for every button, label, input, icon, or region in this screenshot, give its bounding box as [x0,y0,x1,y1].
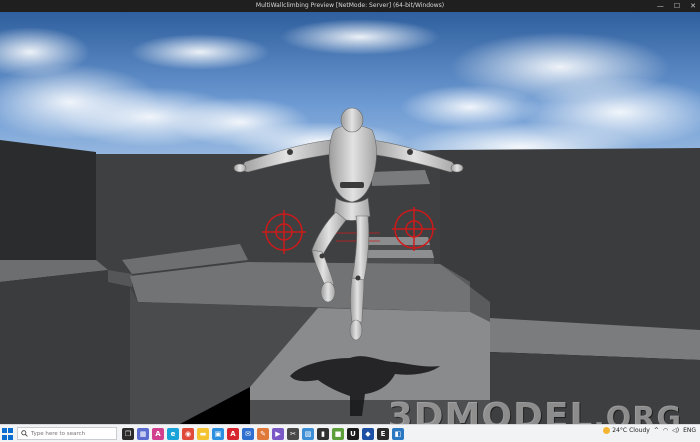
start-button[interactable] [2,428,14,440]
task-view-icon[interactable]: ❐ [122,428,134,440]
calendar-app-icon[interactable]: ▦ [137,428,149,440]
store-app-icon[interactable]: ▣ [212,428,224,440]
game-scene [0,12,700,424]
window-title: MultiWallclimbing Preview [NetMode: Serv… [255,2,445,9]
paint-app-icon[interactable]: ✎ [257,428,269,440]
terminal-app-icon[interactable]: ▮ [317,428,329,440]
network-icon[interactable]: ◠ [663,427,668,434]
windows-logo-pane [2,434,7,440]
watermark-text: 3DMODEL [387,396,594,424]
tools-app-icon[interactable]: ✂ [287,428,299,440]
window-title-bar[interactable]: MultiWallclimbing Preview [NetMode: Serv… [0,0,700,12]
edge-browser-icon[interactable]: e [167,428,179,440]
weather-condition: Cloudy [629,427,650,434]
taskbar-app-icons: ❐ ▦ Ae ◉ ▬ ▣ A ✉ ✎ ▶ ✂ ▧ ▮ ■ U ◆ E ◧ [122,428,404,440]
media-player-icon[interactable]: ▶ [272,428,284,440]
system-tray: 24°C Cloudy ^ ◠ ◁) ENG [603,427,696,434]
chrome-browser-icon[interactable]: ◉ [182,428,194,440]
left-wall [0,140,96,274]
taskbar-search[interactable] [17,427,117,440]
file-explorer-icon[interactable]: ▬ [197,428,209,440]
volume-icon[interactable]: ◁) [672,427,679,434]
upper-ledge [372,170,430,186]
game-viewport[interactable]: 3DMODEL.ORG [0,12,700,424]
maximize-icon[interactable]: ☐ [674,0,680,12]
windows-logo-icon [2,428,7,433]
pdf-reader-icon[interactable]: A [227,428,239,440]
language-indicator[interactable]: ENG [683,427,696,434]
search-input[interactable] [31,430,113,437]
windows-taskbar: ❐▦Ae◉▬▣A✉✎▶✂▧▮■U◆E◧ 24°C Cloudy ^ ◠ ◁) E… [0,424,700,442]
game-launcher-icon[interactable]: ◆ [362,428,374,440]
mail-app-icon[interactable]: ✉ [242,428,254,440]
adobe-app-icon[interactable]: A [152,428,164,440]
watermark-suffix: .ORG [593,401,682,424]
minimize-icon[interactable]: — [657,0,664,12]
unreal-engine-icon[interactable]: U [347,428,359,440]
close-icon[interactable]: ✕ [690,0,696,12]
game-preview-window: MultiWallclimbing Preview [NetMode: Serv… [0,0,700,442]
minecraft-app-icon[interactable]: ■ [332,428,344,440]
weather-icon [603,427,611,434]
watermark: 3DMODEL.ORG [388,396,682,424]
windows-logo-pane [8,428,13,433]
code-editor-icon[interactable]: ◧ [392,428,404,440]
window-controls: — ☐ ✕ [657,0,696,12]
left-block-front [0,270,130,424]
epic-games-icon[interactable]: E [377,428,389,440]
temperature: 24°C [612,427,628,434]
search-icon [21,430,28,437]
photos-app-icon[interactable]: ▧ [302,428,314,440]
weather-widget[interactable]: 24°C Cloudy [603,427,650,434]
tray-chevron-icon[interactable]: ^ [654,427,659,434]
windows-logo-pane [8,434,13,440]
